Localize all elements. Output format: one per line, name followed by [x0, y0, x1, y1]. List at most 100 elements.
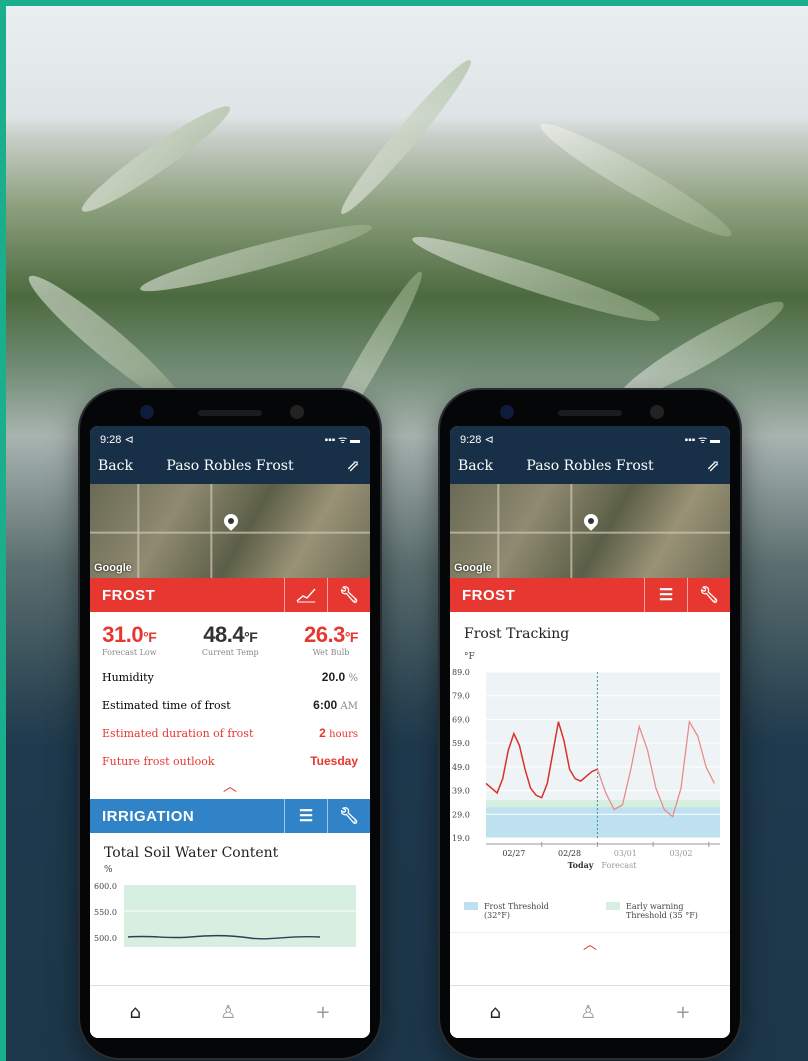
chart-unit: °F: [464, 652, 475, 662]
frost-time-row: Estimated time of frost 6:00 AM: [90, 691, 370, 719]
forecast-low-value: 31.0: [102, 622, 144, 647]
row-unit: AM: [340, 701, 358, 712]
wet-bulb-value: 26.3: [304, 622, 345, 647]
frost-card-header: FROST ☰ 🔧︎: [450, 578, 730, 612]
frost-card-title: FROST: [102, 586, 156, 604]
frost-card-title: FROST: [462, 586, 516, 604]
legend-swatch: [606, 902, 620, 910]
add-tab-icon[interactable]: +: [315, 1002, 330, 1023]
current-temp-label: Current Temp: [201, 648, 259, 657]
x-tick-label: 02/27: [502, 849, 525, 858]
row-unit: hours: [329, 729, 358, 740]
collapse-chevron-up-icon[interactable]: ︿: [450, 932, 730, 957]
row-label: Humidity: [102, 670, 154, 684]
chart-icon[interactable]: [284, 578, 327, 612]
y-tick-label: 39.0: [452, 787, 470, 796]
status-time: 9:28 ⊲: [460, 434, 494, 446]
wet-bulb-label: Wet Bulb: [312, 648, 350, 657]
frost-outlook-row: Future frost outlook Tuesday: [90, 747, 370, 775]
map-pin-icon[interactable]: [221, 511, 241, 531]
status-bar: 9:28 ⊲ ▪▪▪ ᯤ ▬: [90, 426, 370, 452]
x-tick-label: 03/02: [669, 849, 692, 858]
legend-label: Frost Threshold (32°F): [484, 902, 549, 920]
wrench-icon[interactable]: 🔧︎: [687, 578, 730, 612]
map-view[interactable]: Google: [90, 484, 370, 578]
status-icons: ▪▪▪ ᯤ ▬: [324, 435, 360, 446]
tab-bar: ⌂ ♙ +: [450, 985, 730, 1038]
map-view[interactable]: Google: [450, 484, 730, 578]
wet-bulb-unit: °F: [344, 629, 359, 645]
y-tick-label: 59.0: [452, 739, 470, 748]
map-attribution: Google: [454, 562, 492, 574]
y-tick-label: 69.0: [452, 715, 470, 724]
y-tick-label: 19.0: [452, 834, 470, 843]
forecast-low-unit: °F: [143, 629, 157, 645]
frost-threshold-band: [486, 807, 720, 838]
row-label: Estimated time of frost: [102, 698, 231, 712]
early-warning-band: [486, 800, 720, 808]
soil-chart-title: Total Soil Water Content: [104, 845, 279, 861]
chart-title: Frost Tracking: [464, 626, 570, 642]
soil-tick: 550.0: [94, 908, 117, 917]
app-screen: 9:28 ⊲ ▪▪▪ ᯤ ▬ Back Paso Robles Frost ⇗ …: [90, 426, 370, 1038]
sensor: [290, 405, 304, 419]
page-title: Paso Robles Frost: [526, 458, 654, 474]
soil-tick: 500.0: [94, 934, 117, 943]
row-value: 2: [319, 726, 326, 740]
forecast-low-label: Forecast Low: [102, 648, 157, 657]
front-camera: [500, 405, 514, 419]
row-label: Estimated duration of frost: [102, 726, 254, 740]
y-tick-label: 89.0: [452, 668, 470, 677]
today-label: Today: [568, 860, 594, 870]
add-tab-icon[interactable]: +: [675, 1002, 690, 1023]
status-icons: ▪▪▪ ᯤ ▬: [684, 435, 720, 446]
legend-label: Early warning Threshold (35 °F): [626, 902, 698, 920]
speaker: [198, 410, 262, 416]
frost-card-header: FROST 🔧︎: [90, 578, 370, 612]
wet-bulb: 26.3°F Wet Bulb: [304, 622, 358, 657]
soil-tick: 600.0: [94, 882, 117, 891]
nav-bar: Back Paso Robles Frost ⇗: [90, 452, 370, 484]
row-value: Tuesday: [310, 754, 358, 768]
list-icon[interactable]: ☰: [644, 578, 687, 612]
y-tick-label: 79.0: [452, 692, 470, 701]
nav-bar: Back Paso Robles Frost ⇗: [450, 452, 730, 484]
tab-bar: ⌂ ♙ +: [90, 985, 370, 1038]
wrench-icon[interactable]: 🔧︎: [327, 799, 370, 833]
wrench-icon[interactable]: 🔧︎: [327, 578, 370, 612]
collapse-chevron-up-icon[interactable]: ︿: [90, 775, 370, 799]
current-temp-value: 48.4: [203, 622, 245, 647]
legend-early-warning: Early warning Threshold (35 °F): [606, 902, 716, 920]
speaker: [558, 410, 622, 416]
status-bar: 9:28 ⊲ ▪▪▪ ᯤ ▬: [450, 426, 730, 452]
irrigation-card-title: IRRIGATION: [102, 807, 195, 825]
x-tick-label: 02/28: [558, 849, 581, 858]
map-pin-icon[interactable]: [581, 511, 601, 531]
profile-tab-icon[interactable]: ♙: [580, 1002, 596, 1023]
status-time: 9:28 ⊲: [100, 434, 134, 446]
phone-right: 9:28 ⊲ ▪▪▪ ᯤ ▬ Back Paso Robles Frost ⇗ …: [440, 390, 740, 1058]
home-tab-icon[interactable]: ⌂: [130, 1002, 141, 1023]
page-title: Paso Robles Frost: [166, 458, 294, 474]
phone-left: 9:28 ⊲ ▪▪▪ ᯤ ▬ Back Paso Robles Frost ⇗ …: [80, 390, 380, 1058]
sensor: [650, 405, 664, 419]
row-unit: %: [348, 673, 358, 684]
share-icon[interactable]: ⇗: [347, 456, 360, 475]
irrigation-card-header: IRRIGATION ☰ 🔧︎: [90, 799, 370, 833]
home-tab-icon[interactable]: ⌂: [490, 1002, 501, 1023]
temperature-summary: 31.0°F Forecast Low 48.4°F Current Temp …: [90, 612, 370, 657]
frost-duration-row: Estimated duration of frost 2 hours: [90, 719, 370, 747]
share-icon[interactable]: ⇗: [707, 456, 720, 475]
legend-swatch: [464, 902, 478, 910]
row-value: 6:00: [313, 698, 338, 712]
app-screen: 9:28 ⊲ ▪▪▪ ᯤ ▬ Back Paso Robles Frost ⇗ …: [450, 426, 730, 1038]
current-temp-unit: °F: [244, 629, 258, 645]
y-tick-label: 29.0: [452, 810, 470, 819]
list-icon[interactable]: ☰: [284, 799, 327, 833]
row-value: 20.0: [321, 670, 346, 684]
map-attribution: Google: [94, 562, 132, 574]
forecast-low: 31.0°F Forecast Low: [102, 622, 157, 657]
soil-chart: 600.0 550.0 500.0: [94, 882, 356, 947]
x-tick-label: 03/01: [614, 849, 637, 858]
profile-tab-icon[interactable]: ♙: [220, 1002, 236, 1023]
